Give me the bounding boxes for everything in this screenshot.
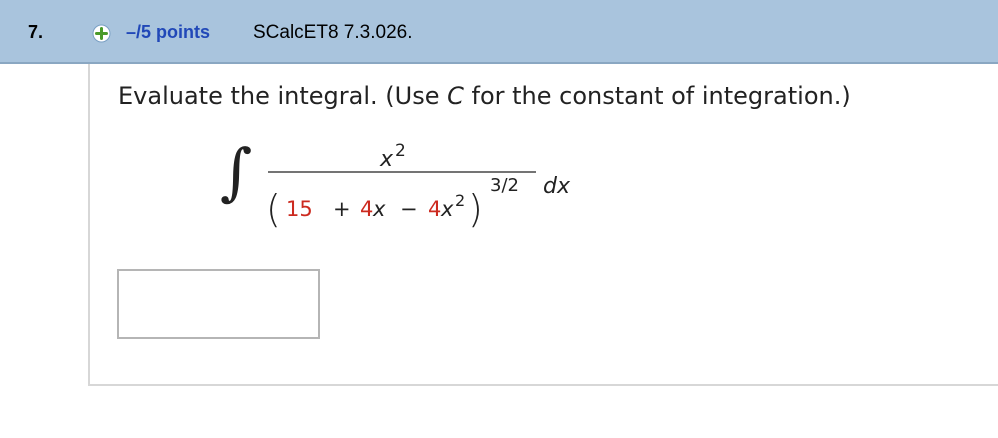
answer-input[interactable] (117, 269, 320, 339)
expand-plus-icon[interactable] (92, 24, 111, 43)
constant-variable: C (447, 82, 464, 110)
instructions-text: Evaluate the integral. (Use C for the co… (118, 82, 851, 110)
question-header: 7. –/5 points SCalcET8 7.3.026. (0, 0, 998, 64)
points-value: –/5 points (126, 22, 211, 42)
instructions-after: for the constant of integration.) (463, 82, 851, 110)
question-number: 7. (28, 22, 44, 42)
instructions-before: Evaluate the integral. (Use (118, 82, 448, 110)
question-source: SCalcET8 7.3.026. (253, 22, 413, 43)
